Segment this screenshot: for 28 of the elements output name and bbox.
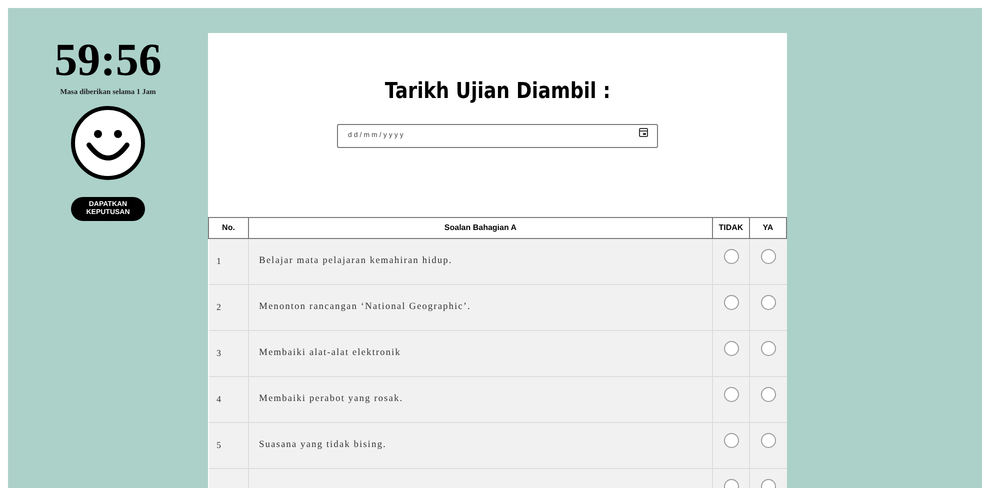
- radio-button[interactable]: [760, 387, 776, 402]
- radio-button[interactable]: [760, 249, 776, 264]
- question-text: Belajar mata pelajaran kemahiran hidup.: [259, 256, 452, 266]
- question-text: Membaiki perabot yang rosak.: [259, 394, 404, 404]
- radio-button[interactable]: [724, 387, 738, 402]
- column-header: No.: [222, 223, 235, 232]
- row-number: 3: [216, 348, 221, 358]
- radio-button[interactable]: [724, 295, 738, 310]
- smiley-icon: [70, 105, 146, 182]
- column-header: Soalan Bahagian A: [444, 223, 517, 232]
- radio-button[interactable]: [760, 341, 776, 356]
- column-header: TIDAK: [718, 223, 744, 232]
- radio-button[interactable]: [724, 433, 738, 448]
- countdown-timer: 59:56: [54, 36, 162, 84]
- row-number: 1: [216, 256, 221, 266]
- column-header: YA: [762, 223, 774, 232]
- form-title: Tarikh Ujian Diambil :: [384, 78, 610, 106]
- radio-button[interactable]: [760, 433, 776, 448]
- radio-button[interactable]: [760, 295, 776, 310]
- question-text: Membaiki alat-alat elektronik: [259, 348, 401, 358]
- row-number: 5: [216, 440, 221, 450]
- row-number: 2: [216, 302, 221, 312]
- question-text: Suasana yang tidak bising.: [259, 440, 386, 450]
- calendar-icon[interactable]: [639, 128, 648, 137]
- question-text: Menonton rancangan ‘National Geographic’.: [259, 302, 471, 312]
- radio-button[interactable]: [724, 249, 738, 264]
- radio-button[interactable]: [724, 341, 738, 356]
- row-number: 4: [216, 394, 221, 404]
